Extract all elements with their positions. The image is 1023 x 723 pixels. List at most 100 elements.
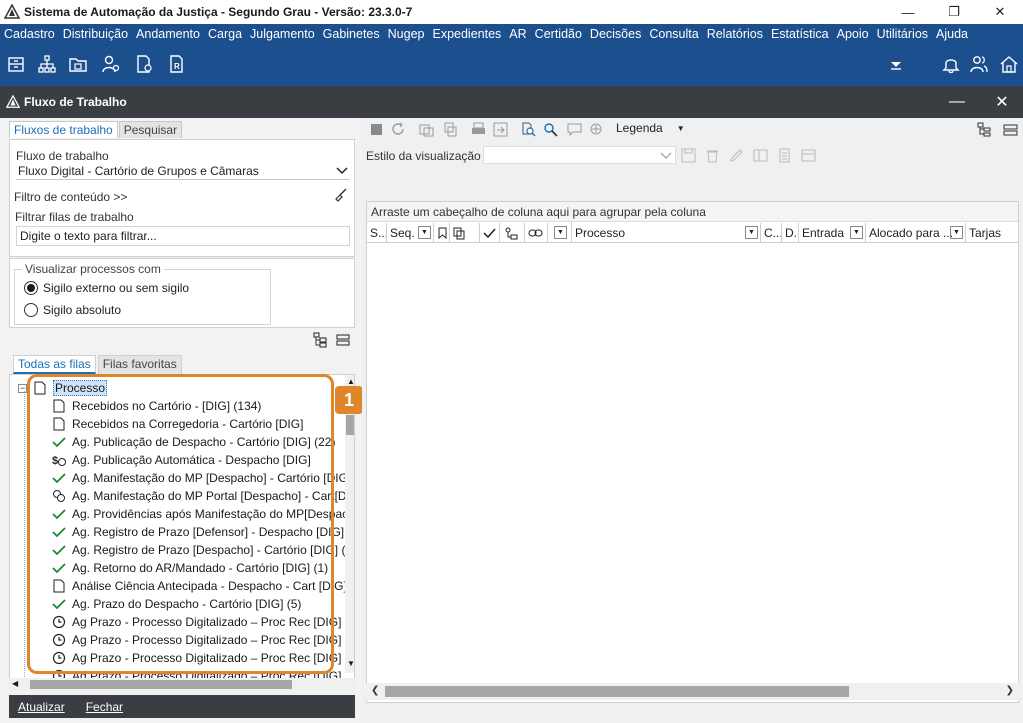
home-icon[interactable] bbox=[998, 53, 1020, 75]
menu-estatistica[interactable]: Estatística bbox=[767, 27, 833, 41]
estilo-visualizacao-select[interactable] bbox=[483, 146, 676, 164]
filter-dropdown-icon[interactable]: ▼ bbox=[850, 226, 863, 239]
tree-collapse-icon[interactable] bbox=[1002, 121, 1018, 137]
tab-filas-favoritas[interactable]: Filas favoritas bbox=[97, 355, 182, 374]
column-header-c[interactable]: C... bbox=[761, 223, 782, 243]
tree-item[interactable]: Ag Prazo - Processo Digitalizado – Proc … bbox=[52, 613, 341, 631]
scroll-thumb[interactable] bbox=[385, 686, 849, 697]
print-icon[interactable] bbox=[470, 121, 486, 137]
tree-item[interactable]: Ag. Retorno do AR/Mandado - Cartório [DI… bbox=[52, 559, 328, 577]
column-header-d[interactable]: D... bbox=[782, 223, 799, 243]
refresh-icon[interactable] bbox=[390, 121, 406, 137]
collapse-icon[interactable]: − bbox=[18, 383, 27, 393]
tab-fluxos-de-trabalho[interactable]: Fluxos de trabalho bbox=[9, 121, 118, 138]
menu-gabinetes[interactable]: Gabinetes bbox=[319, 27, 384, 41]
tree-item[interactable]: Ag. Publicação de Despacho - Cartório [D… bbox=[52, 433, 335, 451]
grid-horizontal-scrollbar[interactable]: ❮ ❯ bbox=[366, 683, 1019, 700]
column-header-processo[interactable]: Processo ▼ bbox=[572, 223, 761, 243]
notification-bell-icon[interactable] bbox=[940, 53, 962, 75]
tree-item[interactable]: Ag Prazo - Processo Digitalizado – Proc … bbox=[52, 649, 341, 667]
tree-item[interactable]: Ag Prazo - Processo Digitalizado – Proc … bbox=[52, 631, 341, 649]
broom-icon[interactable] bbox=[334, 188, 348, 202]
column-header-entrada[interactable]: Entrada ▼ bbox=[799, 223, 866, 243]
tab-pesquisar[interactable]: Pesquisar bbox=[118, 121, 183, 138]
menu-distribuicao[interactable]: Distribuição bbox=[59, 27, 132, 41]
tag-icon[interactable] bbox=[588, 121, 604, 137]
forward-icon[interactable] bbox=[418, 121, 434, 137]
tree-item[interactable]: $ Ag. Publicação Automática - Despacho [D… bbox=[52, 451, 311, 469]
columns-icon[interactable] bbox=[752, 147, 768, 163]
scroll-up-icon[interactable]: ▲ bbox=[347, 377, 354, 386]
filter-dropdown-icon[interactable]: ▼ bbox=[950, 226, 963, 239]
tree-item[interactable]: Recebidos na Corregedoria - Cartório [DI… bbox=[52, 415, 303, 433]
folder-document-icon[interactable] bbox=[67, 53, 89, 75]
scroll-thumb[interactable] bbox=[346, 415, 354, 435]
toolbar-dropdown-icon[interactable] bbox=[885, 53, 907, 75]
org-chart-icon[interactable] bbox=[36, 53, 58, 75]
atualizar-button[interactable]: Atualizar bbox=[18, 700, 65, 714]
tree-item[interactable]: Ag. Registro de Prazo [Defensor] - Despa… bbox=[52, 523, 344, 541]
filtrar-filas-input[interactable]: Digite o texto para filtrar... bbox=[16, 226, 350, 246]
tree-item[interactable]: Recebidos no Cartório - [DIG] (134) bbox=[52, 397, 261, 415]
menu-relatorios[interactable]: Relatórios bbox=[703, 27, 767, 41]
tree-item[interactable]: Ag. Providências após Manifestação do MP… bbox=[52, 505, 354, 523]
close-window-button[interactable]: ✕ bbox=[977, 0, 1023, 24]
zoom-icon[interactable] bbox=[542, 121, 558, 137]
radio-sigilo-externo[interactable]: Sigilo externo ou sem sigilo bbox=[24, 281, 189, 295]
tree-expand-icon[interactable] bbox=[976, 121, 992, 137]
filter-dropdown-icon[interactable]: ▼ bbox=[418, 226, 431, 239]
tab-todas-as-filas[interactable]: Todas as filas bbox=[13, 355, 96, 374]
column-header-link[interactable] bbox=[525, 223, 548, 243]
tree-expand-icon[interactable] bbox=[312, 332, 328, 348]
document-list-icon[interactable] bbox=[776, 147, 792, 163]
menu-julgamento[interactable]: Julgamento bbox=[246, 27, 319, 41]
filter-dropdown-icon[interactable]: ▼ bbox=[554, 226, 567, 239]
menu-carga[interactable]: Carga bbox=[204, 27, 246, 41]
export-icon[interactable] bbox=[492, 121, 508, 137]
menu-expedientes[interactable]: Expedientes bbox=[428, 27, 505, 41]
save-icon[interactable] bbox=[680, 147, 696, 163]
layout-icon[interactable] bbox=[800, 147, 816, 163]
menu-ar[interactable]: AR bbox=[505, 27, 530, 41]
panel-close-button[interactable]: ✕ bbox=[990, 90, 1014, 114]
tree-horizontal-scrollbar[interactable]: ◀ bbox=[9, 678, 355, 691]
minimize-button[interactable]: — bbox=[885, 0, 931, 24]
edit-icon[interactable] bbox=[728, 147, 744, 163]
column-header-tarjas[interactable]: Tarjas bbox=[966, 223, 1018, 243]
scroll-left-icon[interactable]: ❮ bbox=[371, 685, 379, 696]
fechar-button[interactable]: Fechar bbox=[86, 700, 123, 714]
legenda-dropdown[interactable]: Legenda ▼ bbox=[616, 121, 685, 135]
column-header-document[interactable]: ▼ bbox=[548, 223, 572, 243]
comment-icon[interactable] bbox=[566, 121, 582, 137]
scroll-down-icon[interactable]: ▼ bbox=[347, 659, 354, 668]
document-r-icon[interactable]: R bbox=[166, 53, 188, 75]
tree-item[interactable]: Análise Ciência Antecipada - Despacho - … bbox=[52, 577, 347, 595]
user-settings-icon[interactable] bbox=[100, 53, 122, 75]
square-icon[interactable] bbox=[368, 121, 384, 137]
menu-certidao[interactable]: Certidão bbox=[531, 27, 586, 41]
menu-apoio[interactable]: Apoio bbox=[833, 27, 873, 41]
filter-dropdown-icon[interactable]: ▼ bbox=[745, 226, 758, 239]
copy-icon[interactable] bbox=[442, 121, 458, 137]
tree-vertical-scrollbar[interactable]: ▲ ▼ bbox=[345, 375, 354, 673]
tree-item[interactable]: Ag. Registro de Prazo [Despacho] - Cartó… bbox=[52, 541, 354, 559]
document-clock-icon[interactable] bbox=[133, 53, 155, 75]
delete-icon[interactable] bbox=[704, 147, 720, 163]
cabinet-icon[interactable] bbox=[5, 53, 27, 75]
menu-ajuda[interactable]: Ajuda bbox=[932, 27, 972, 41]
menu-consulta[interactable]: Consulta bbox=[645, 27, 702, 41]
filtro-conteudo-link[interactable]: Filtro de conteúdo >> bbox=[14, 190, 127, 204]
restore-button[interactable]: ❐ bbox=[931, 0, 977, 24]
users-icon[interactable] bbox=[968, 53, 990, 75]
column-header-hierarchy[interactable] bbox=[500, 223, 525, 243]
menu-nugep[interactable]: Nugep bbox=[384, 27, 429, 41]
column-header-bookmark[interactable] bbox=[434, 223, 450, 243]
tree-root-processo[interactable]: − Processo bbox=[18, 380, 108, 396]
column-header-alocado-para[interactable]: Alocado para ... ▼ bbox=[866, 223, 966, 243]
tree-item[interactable]: Ag. Prazo do Despacho - Cartório [DIG] (… bbox=[52, 595, 301, 613]
radio-sigilo-absoluto[interactable]: Sigilo absoluto bbox=[24, 303, 121, 317]
menu-cadastro[interactable]: Cadastro bbox=[0, 27, 59, 41]
tree-item[interactable]: Ag. Manifestação do MP Portal [Despacho]… bbox=[52, 487, 354, 505]
column-header-check[interactable] bbox=[480, 223, 500, 243]
menu-decisoes[interactable]: Decisões bbox=[586, 27, 645, 41]
